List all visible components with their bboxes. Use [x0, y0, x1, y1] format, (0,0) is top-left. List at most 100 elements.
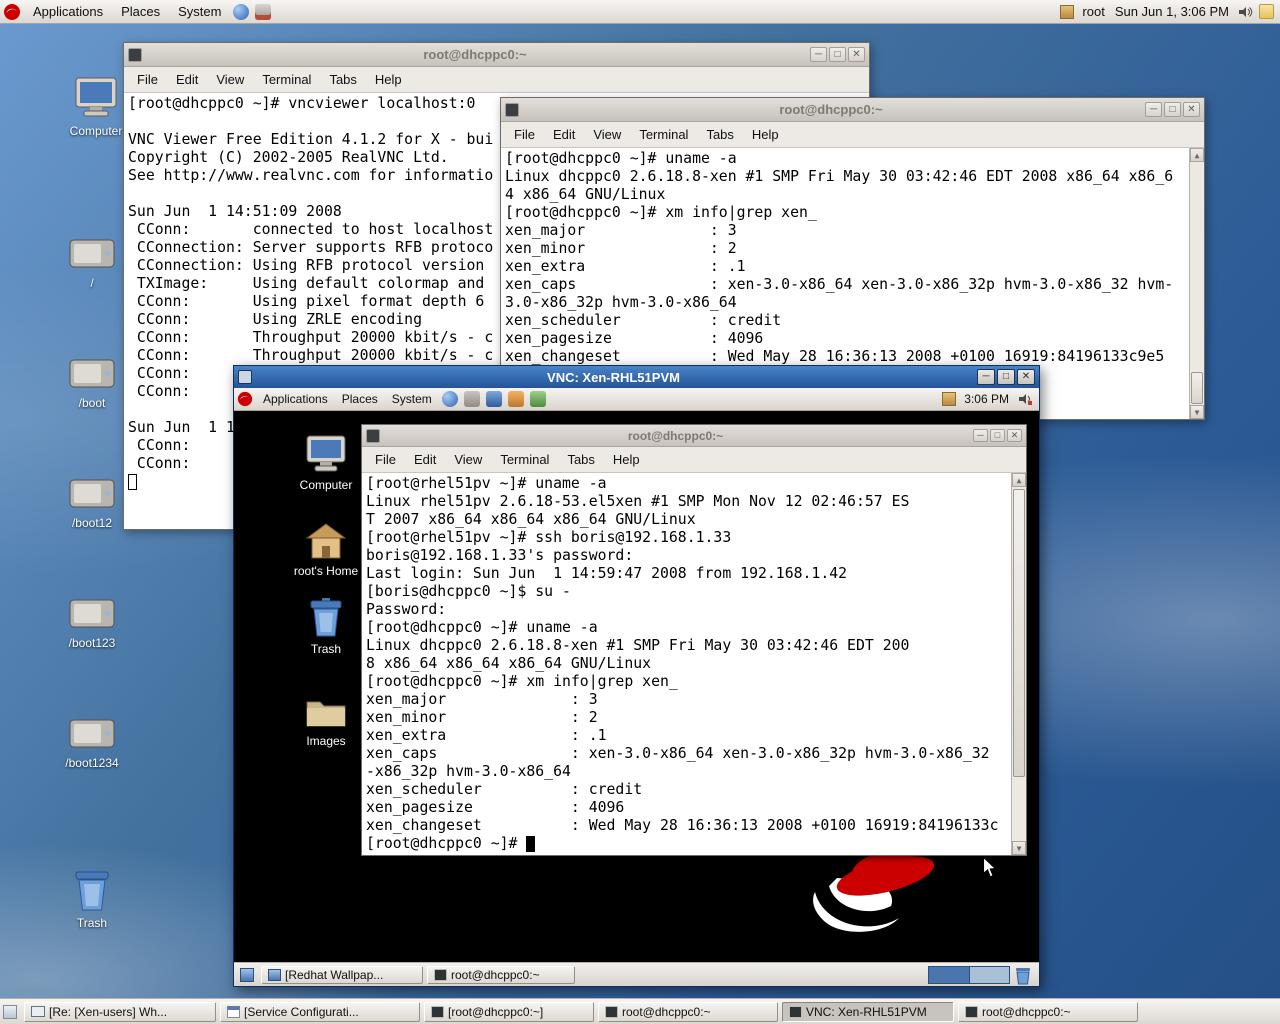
task-button-terminal-2[interactable]: root@dhcppc0:~ [598, 1002, 778, 1022]
remote-task-button[interactable]: root@dhcppc0:~ [427, 966, 575, 984]
panel-menu[interactable]: System [169, 1, 230, 22]
scrollbar[interactable]: ▲ ▼ [1011, 473, 1026, 855]
remote-desktop-icon-images[interactable]: Images [296, 694, 356, 748]
scroll-down-icon[interactable]: ▼ [1190, 405, 1204, 419]
menu-item[interactable]: Terminal [630, 123, 697, 146]
titlebar[interactable]: root@dhcppc0:~ ─ □ ✕ [124, 43, 869, 67]
menu-item[interactable]: Tabs [558, 448, 603, 471]
menu-item[interactable]: Help [366, 68, 411, 91]
terminal-output[interactable]: [root@rhel51pv ~]# uname -aLinux rhel51p… [362, 473, 1026, 855]
maximize-button[interactable]: □ [997, 369, 1015, 385]
notes-icon[interactable] [1259, 4, 1274, 19]
minimize-button[interactable]: ─ [977, 369, 995, 385]
vnc-viewer-window[interactable]: VNC: Xen-RHL51PVM ─ □ ✕ ApplicationsPlac… [233, 365, 1040, 987]
remote-task-button[interactable]: [Redhat Wallpap... [261, 966, 423, 984]
panel-menu[interactable]: Applications [256, 390, 335, 408]
titlebar[interactable]: root@dhcppc0:~ ─ □ ✕ [362, 425, 1026, 447]
minimize-button[interactable]: ─ [973, 429, 988, 442]
app-launcher-icon[interactable] [464, 391, 480, 407]
minimize-button[interactable]: ─ [1145, 102, 1162, 117]
remote-desktop[interactable]: ApplicationsPlacesSystem [234, 388, 1039, 986]
menu-item[interactable]: Tabs [320, 68, 365, 91]
close-button[interactable]: ✕ [1183, 102, 1200, 117]
panel-menu[interactable]: Places [335, 390, 385, 408]
scroll-up-icon[interactable]: ▲ [1190, 148, 1204, 162]
maximize-button[interactable]: □ [990, 429, 1005, 442]
remote-desktop-icon-computer[interactable]: Computer [296, 434, 356, 492]
desktop-icon-drive-boot123[interactable]: /boot123 [60, 596, 124, 650]
redhat-menu-icon[interactable] [237, 391, 253, 407]
vnc-icon [789, 1006, 802, 1018]
desktop-icon-drive-boot12[interactable]: /boot12 [60, 476, 124, 530]
desktop-icon-trash[interactable]: Trash [60, 866, 124, 930]
task-button-terminal-1[interactable]: [root@dhcppc0:~] [424, 1002, 594, 1022]
app-launcher-icon[interactable] [255, 4, 271, 20]
task-button-terminal-3[interactable]: root@dhcppc0:~ [958, 1002, 1138, 1022]
desktop-icon-drive-boot1234[interactable]: /boot1234 [60, 716, 124, 770]
panel-menu[interactable]: Applications [24, 1, 112, 22]
user-indicator[interactable]: root [1077, 4, 1109, 19]
close-button[interactable]: ✕ [848, 47, 865, 62]
scroll-down-icon[interactable]: ▼ [1012, 841, 1026, 855]
app-launcher-icon[interactable] [530, 391, 546, 407]
terminal-line: xen_major : 3 [505, 222, 1186, 240]
scrollbar-thumb[interactable] [1013, 489, 1025, 777]
menu-item[interactable]: Terminal [491, 448, 558, 471]
workspace-1[interactable] [929, 967, 969, 983]
menu-item[interactable]: Help [743, 123, 788, 146]
menu-item[interactable]: Terminal [253, 68, 320, 91]
remote-terminal-window[interactable]: root@dhcppc0:~ ─ □ ✕ FileEditViewTermina… [361, 424, 1027, 856]
menu-item[interactable]: View [445, 448, 491, 471]
terminal-line: [root@rhel51pv ~]# uname -a [366, 475, 1009, 493]
menu-item[interactable]: File [505, 123, 544, 146]
panel-menu[interactable]: Places [112, 1, 169, 22]
close-button[interactable]: ✕ [1017, 369, 1035, 385]
remote-desktop-icon-home[interactable]: root's Home [296, 522, 356, 578]
desktop-icon-label: Trash [77, 916, 107, 930]
task-button-service-config[interactable]: [Service Configurati... [220, 1002, 420, 1022]
app-launcher-icon[interactable] [508, 391, 524, 407]
remote-desktop-icon-trash[interactable]: Trash [296, 596, 356, 656]
menu-item[interactable]: Edit [405, 448, 445, 471]
scrollbar[interactable]: ▲ ▼ [1189, 148, 1204, 419]
panel-menu[interactable]: System [385, 390, 439, 408]
remote-clock[interactable]: 3:06 PM [959, 392, 1014, 406]
maximize-button[interactable]: □ [829, 47, 846, 62]
redhat-menu-icon[interactable] [3, 3, 21, 21]
menu-item[interactable]: View [584, 123, 630, 146]
menu-item[interactable]: File [366, 448, 405, 471]
workspace-2[interactable] [969, 967, 1009, 983]
menu-item[interactable]: Tabs [697, 123, 742, 146]
desktop-icon-drive-root[interactable]: / [60, 236, 124, 290]
scrollbar-thumb[interactable] [1191, 372, 1203, 404]
menu-item[interactable]: Help [604, 448, 649, 471]
browser-launcher-icon[interactable] [233, 4, 249, 20]
task-button-mail[interactable]: [Re: [Xen-users] Wh... [24, 1002, 216, 1022]
clock[interactable]: Sun Jun 1, 3:06 PM [1110, 4, 1234, 19]
package-icon[interactable] [1060, 5, 1074, 19]
titlebar[interactable]: VNC: Xen-RHL51PVM ─ □ ✕ [234, 366, 1039, 388]
workspace-switcher[interactable] [928, 966, 1010, 984]
menu-item[interactable]: Edit [544, 123, 584, 146]
volume-icon[interactable] [1237, 4, 1253, 20]
desktop-icon-drive-boot[interactable]: /boot [60, 356, 124, 410]
show-desktop-icon[interactable] [240, 968, 254, 982]
menu-item[interactable]: View [207, 68, 253, 91]
minimize-button[interactable]: ─ [810, 47, 827, 62]
browser-launcher-icon[interactable] [442, 391, 458, 407]
titlebar[interactable]: root@dhcppc0:~ ─ □ ✕ [501, 98, 1204, 122]
menu-item[interactable]: File [128, 68, 167, 91]
package-icon[interactable] [942, 392, 956, 406]
terminal-icon [605, 1006, 618, 1018]
volume-icon[interactable] [1017, 391, 1033, 407]
maximize-button[interactable]: □ [1164, 102, 1181, 117]
close-button[interactable]: ✕ [1007, 429, 1022, 442]
desktop-icon-label: /boot12 [72, 516, 112, 530]
desktop-icon-computer[interactable]: Computer [64, 76, 128, 138]
task-button-vnc[interactable]: VNC: Xen-RHL51PVM [782, 1002, 954, 1022]
trash-applet-icon[interactable] [1014, 965, 1032, 985]
menu-item[interactable]: Edit [167, 68, 207, 91]
window-list-handle-icon[interactable] [3, 1005, 17, 1019]
scroll-up-icon[interactable]: ▲ [1012, 473, 1026, 487]
app-launcher-icon[interactable] [486, 391, 502, 407]
